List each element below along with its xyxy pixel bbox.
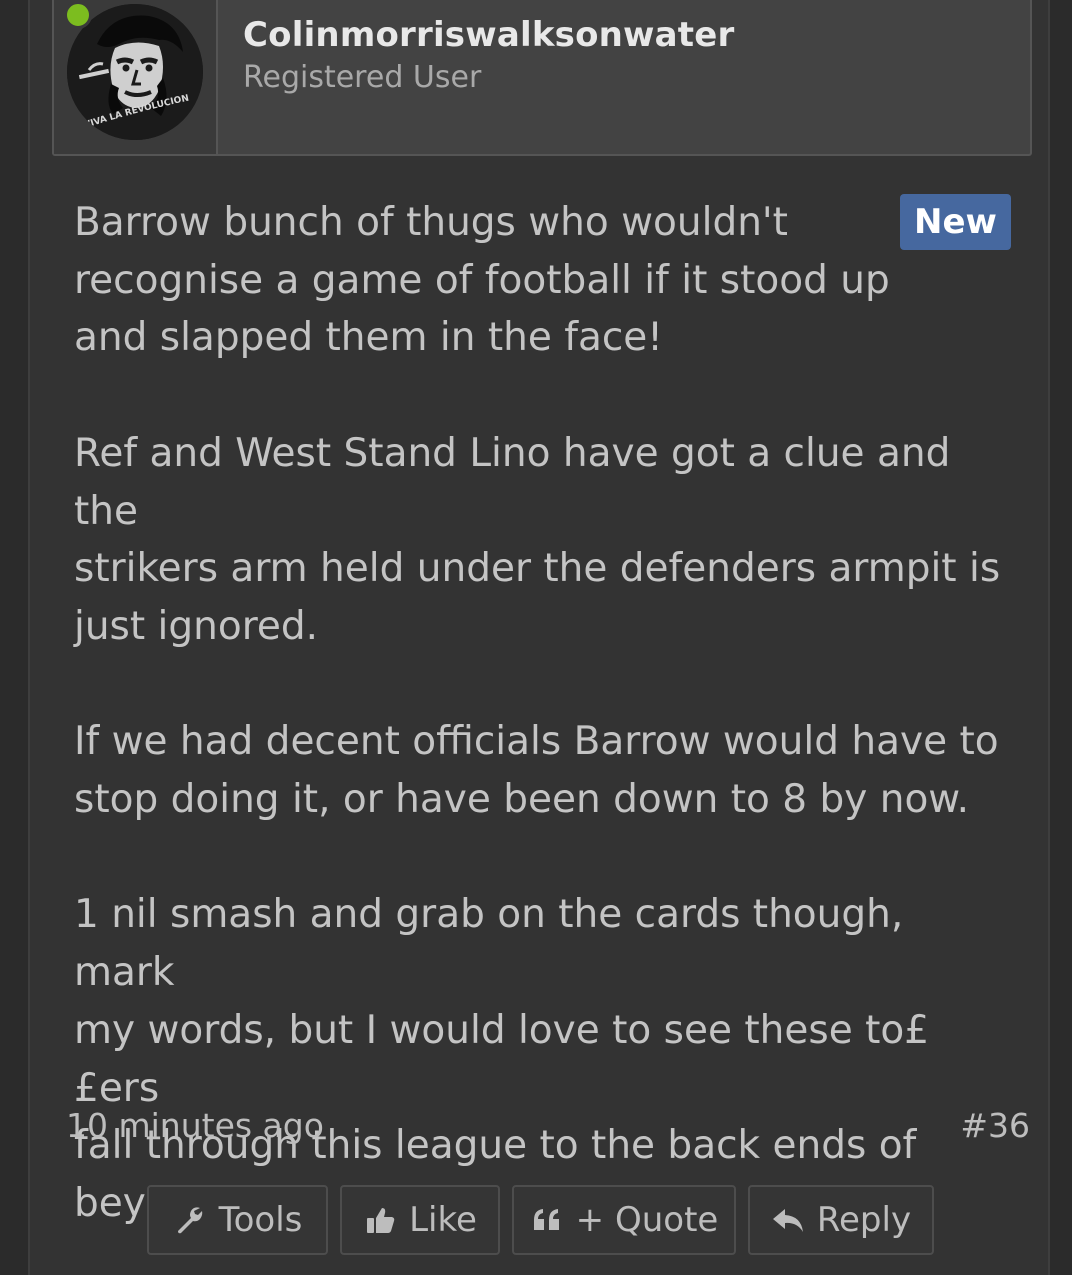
user-title: Registered User bbox=[243, 60, 482, 95]
quote-button[interactable]: + Quote bbox=[512, 1185, 736, 1255]
forum-post: VIVA LA REVOLUCION Colinmorriswalksonwat… bbox=[28, 0, 1050, 1275]
online-status-dot bbox=[64, 1, 92, 29]
post-timestamp[interactable]: 10 minutes ago bbox=[66, 1106, 324, 1145]
post-paragraph: Barrow bunch of thugs who wouldn't recog… bbox=[74, 200, 890, 361]
user-card: VIVA LA REVOLUCION Colinmorriswalksonwat… bbox=[52, 0, 1032, 156]
reply-label: Reply bbox=[816, 1200, 912, 1240]
quote-label: + Quote bbox=[575, 1200, 719, 1240]
avatar-container: VIVA LA REVOLUCION bbox=[54, 0, 218, 154]
username-link[interactable]: Colinmorriswalksonwater bbox=[243, 15, 735, 55]
wrench-icon bbox=[173, 1203, 207, 1237]
post-paragraph: 1 nil smash and grab on the cards though… bbox=[74, 892, 930, 1226]
tools-button[interactable]: Tools bbox=[147, 1185, 328, 1255]
post-body: Barrow bunch of thugs who wouldn't recog… bbox=[74, 194, 1014, 1233]
like-label: Like bbox=[409, 1200, 477, 1240]
post-number[interactable]: #36 bbox=[960, 1106, 1030, 1145]
tools-label: Tools bbox=[218, 1200, 303, 1240]
reply-button[interactable]: Reply bbox=[748, 1185, 934, 1255]
quote-icon bbox=[530, 1203, 564, 1237]
post-paragraph: Ref and West Stand Lino have got a clue … bbox=[74, 430, 1001, 649]
reply-arrow-icon bbox=[771, 1203, 805, 1237]
thumbs-up-icon bbox=[363, 1203, 397, 1237]
svg-text:VIVA LA REVOLUCION: VIVA LA REVOLUCION bbox=[83, 94, 190, 131]
post-paragraph: If we had decent officials Barrow would … bbox=[74, 719, 999, 822]
like-button[interactable]: Like bbox=[340, 1185, 500, 1255]
